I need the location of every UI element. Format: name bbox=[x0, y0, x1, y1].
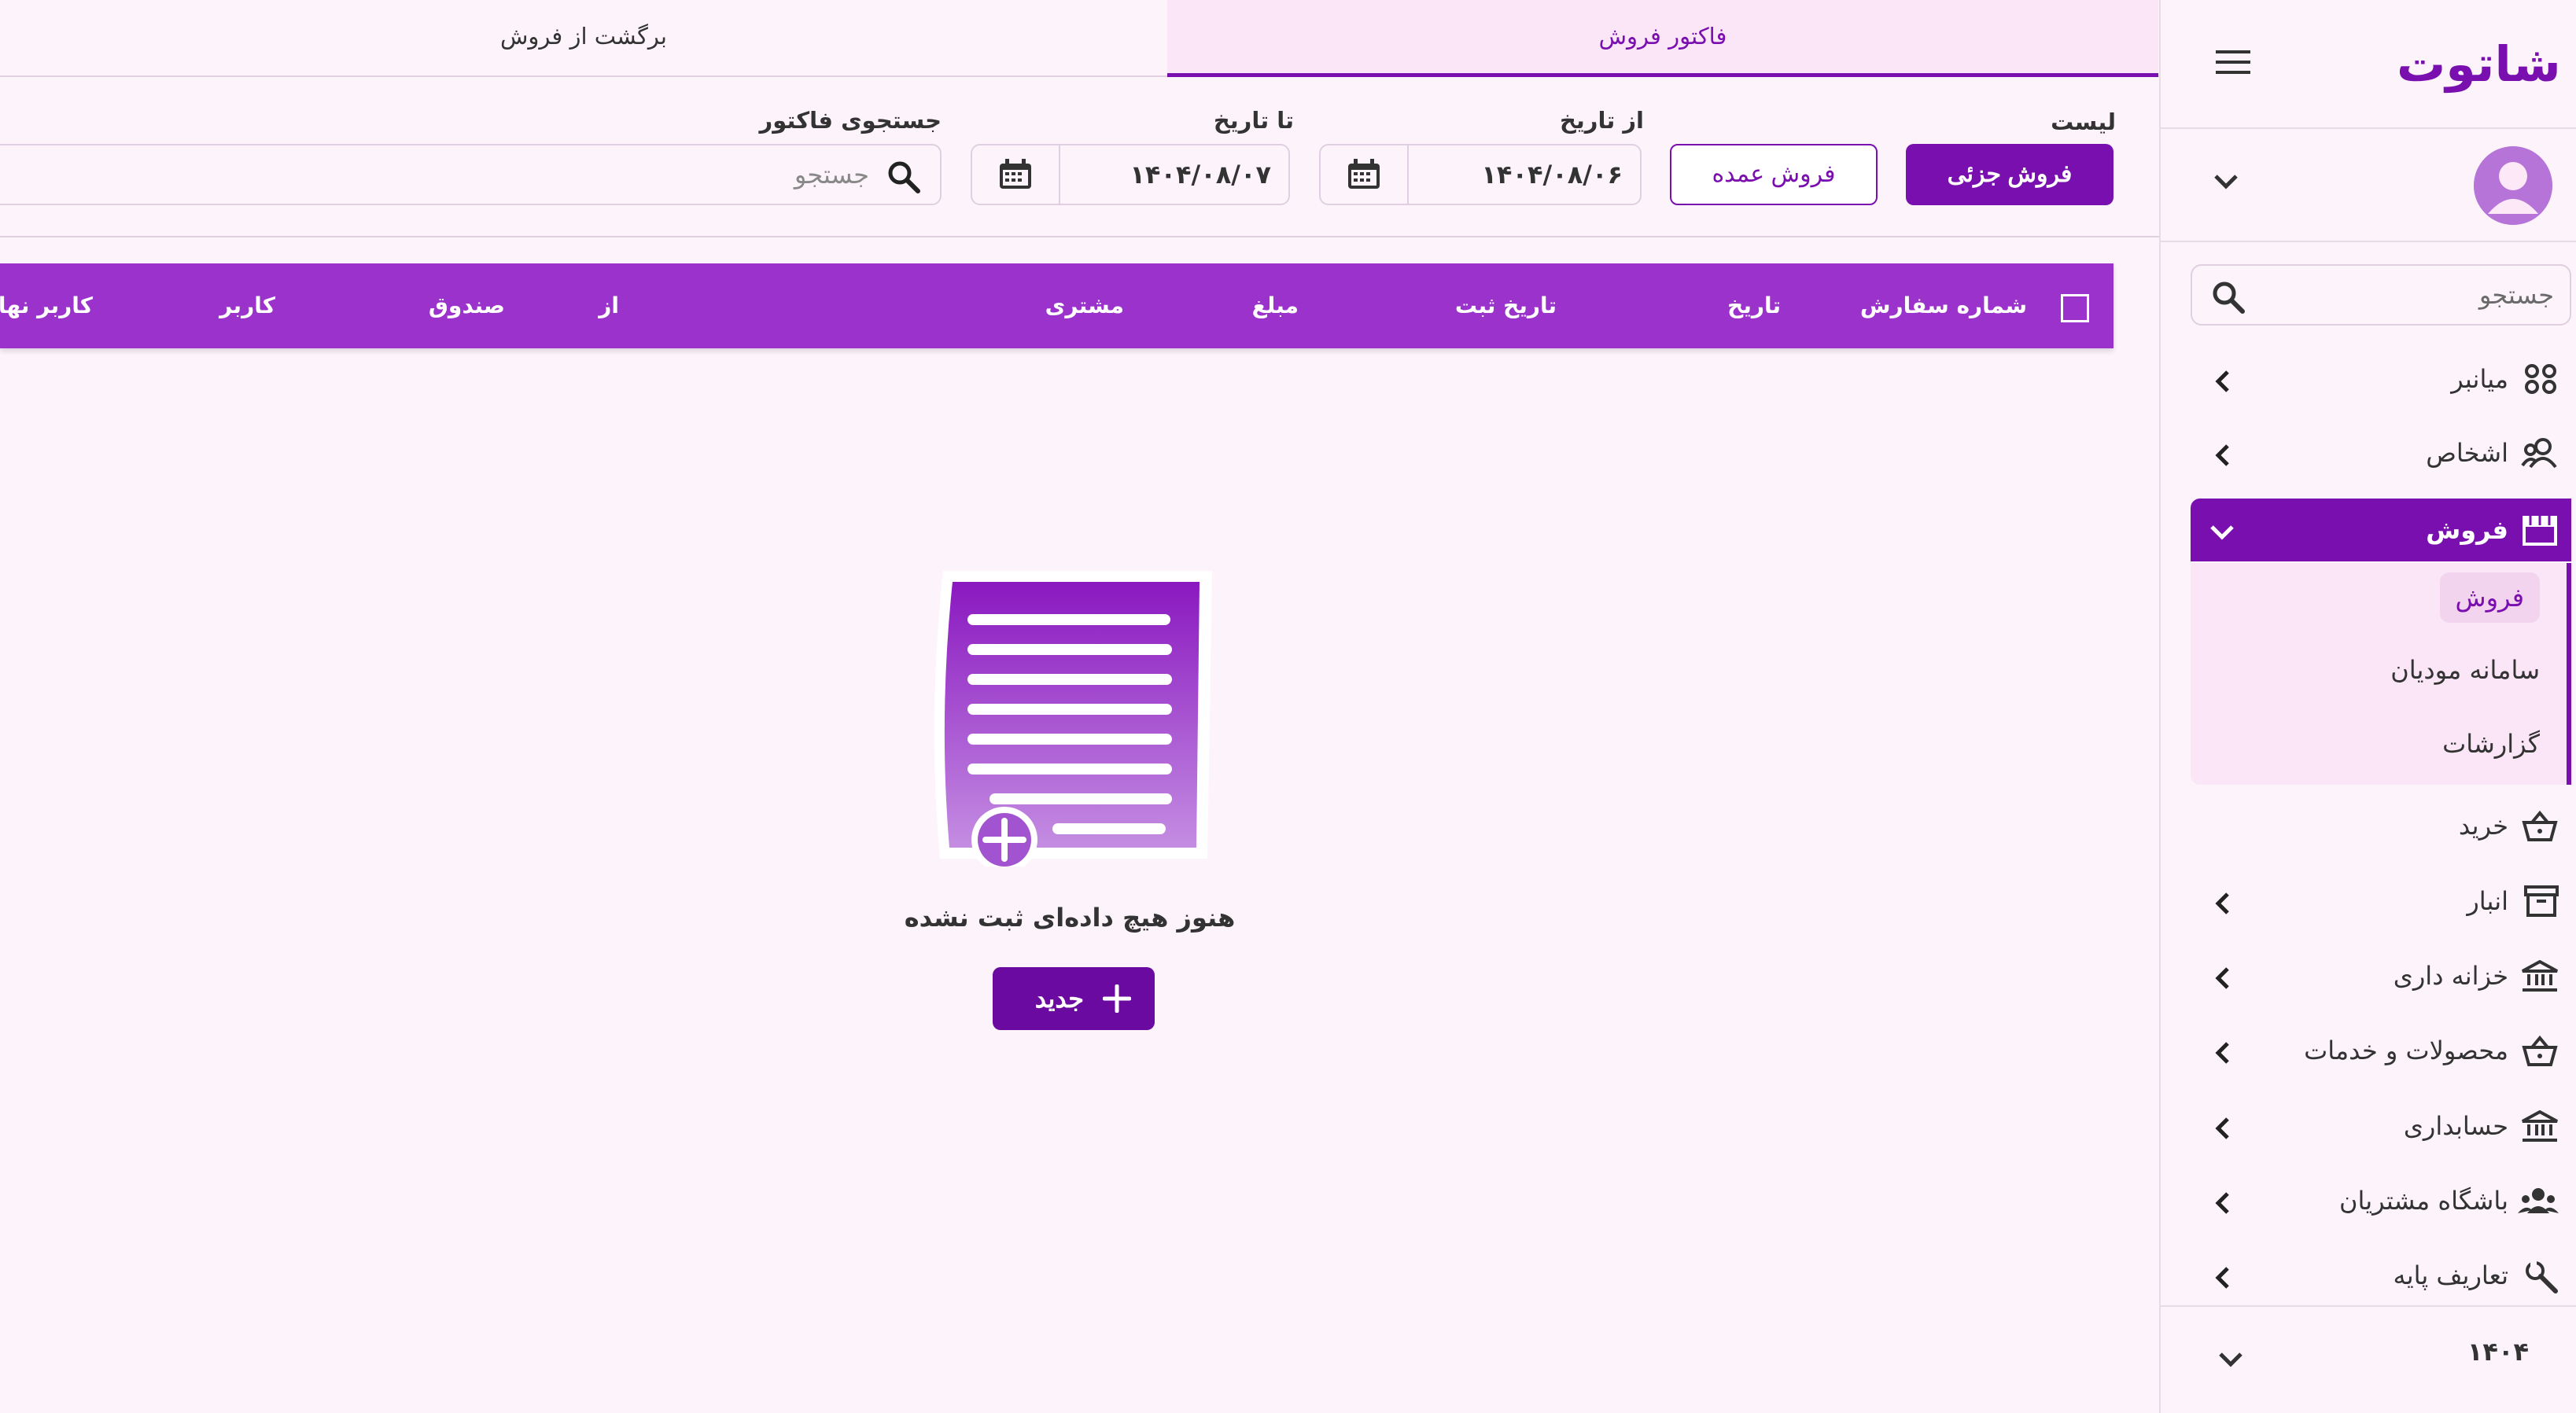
tab-sales-return[interactable]: برگشت از فروش bbox=[0, 0, 1167, 77]
chevron-left-icon[interactable] bbox=[2214, 1117, 2231, 1140]
chevron-left-icon[interactable] bbox=[2214, 892, 2231, 915]
sidebar-item-label: انبار bbox=[2467, 886, 2508, 916]
sidebar-item-people[interactable]: اشخاص bbox=[2191, 421, 2571, 484]
hamburger-menu-icon[interactable] bbox=[2216, 49, 2250, 75]
chevron-down-icon[interactable] bbox=[2217, 1349, 2244, 1368]
from-date-field[interactable]: ۱۴۰۴/۰۸/۰۶ bbox=[1319, 144, 1642, 205]
chevron-left-icon[interactable] bbox=[2214, 966, 2231, 990]
invoice-search-field[interactable] bbox=[0, 144, 942, 205]
col-from[interactable]: از bbox=[599, 263, 619, 348]
tab-bar: فاکتور فروش برگشت از فروش bbox=[0, 0, 2159, 77]
calendar-icon[interactable] bbox=[972, 145, 1060, 204]
divider bbox=[2161, 241, 2576, 242]
sidebar-item-label: محصولات و خدمات bbox=[2304, 1036, 2508, 1065]
chevron-left-icon[interactable] bbox=[2214, 1266, 2231, 1290]
sidebar-item-label: حسابداری bbox=[2403, 1111, 2508, 1141]
to-date-label: تا تاریخ bbox=[1213, 107, 1294, 134]
sales-submenu: فروش سامانه مودیان گزارشات bbox=[2191, 563, 2571, 785]
sidebar: شاتوت میانبر اشخاص فروش bbox=[2159, 0, 2576, 1413]
submenu-item-taxpayers[interactable]: سامانه مودیان bbox=[2390, 645, 2540, 695]
tab-sales-invoice[interactable]: فاکتور فروش bbox=[1167, 0, 2158, 77]
chevron-left-icon[interactable] bbox=[2214, 1041, 2231, 1065]
fiscal-year-label[interactable]: ۱۴۰۴ bbox=[2467, 1337, 2529, 1367]
col-date[interactable]: تاریخ bbox=[1727, 263, 1781, 348]
to-date-value: ۱۴۰۴/۰۸/۰۷ bbox=[1130, 160, 1271, 190]
to-date-field[interactable]: ۱۴۰۴/۰۸/۰۷ bbox=[971, 144, 1290, 205]
retail-sale-button[interactable]: فروش جزئی bbox=[1906, 144, 2113, 205]
from-date-value: ۱۴۰۴/۰۸/۰۶ bbox=[1481, 160, 1623, 190]
empty-state-message: هنوز هیچ داده‌ای ثبت نشده bbox=[904, 903, 1236, 933]
sidebar-item-base-definitions[interactable]: تعاریف پایه bbox=[2191, 1244, 2571, 1307]
wholesale-sale-button[interactable]: فروش عمده bbox=[1670, 144, 1878, 205]
sidebar-search-input[interactable] bbox=[2255, 272, 2554, 318]
sidebar-item-treasury[interactable]: خزانه داری bbox=[2191, 944, 2571, 1007]
new-invoice-button[interactable]: جدید bbox=[993, 967, 1155, 1030]
col-cashbox[interactable]: صندوق bbox=[429, 263, 505, 348]
select-all-checkbox[interactable] bbox=[2061, 294, 2089, 322]
plus-icon bbox=[1103, 984, 1131, 1013]
col-user[interactable]: کاربر bbox=[219, 263, 275, 348]
list-label: لیست bbox=[2051, 109, 2116, 135]
shortcuts-icon bbox=[2524, 363, 2559, 395]
sidebar-item-warehouse[interactable]: انبار bbox=[2191, 870, 2571, 933]
submenu-item-reports[interactable]: گزارشات bbox=[2442, 719, 2540, 769]
wrench-icon bbox=[2524, 1260, 2559, 1294]
col-amount[interactable]: مبلغ bbox=[1252, 263, 1299, 348]
invoice-search-input[interactable] bbox=[83, 152, 869, 197]
divider bbox=[0, 236, 2159, 237]
new-button-label: جدید bbox=[1034, 984, 1084, 1013]
from-date-label: از تاریخ bbox=[1560, 107, 1644, 134]
app-logo: شاتوت bbox=[2397, 35, 2561, 93]
sidebar-item-label: خرید bbox=[2458, 811, 2508, 841]
divider bbox=[2161, 127, 2576, 129]
submenu-indicator bbox=[2567, 563, 2571, 785]
col-customer[interactable]: مشتری bbox=[1045, 263, 1124, 348]
sidebar-item-label: خزانه داری bbox=[2393, 961, 2508, 991]
basket-icon bbox=[2521, 810, 2559, 841]
chevron-down-icon[interactable] bbox=[2209, 524, 2235, 541]
sidebar-search-field[interactable] bbox=[2191, 264, 2571, 326]
search-icon[interactable] bbox=[2211, 280, 2246, 315]
sidebar-item-label: اشخاص bbox=[2426, 438, 2508, 468]
archive-icon bbox=[2524, 885, 2559, 917]
empty-document-icon bbox=[932, 568, 1215, 867]
group-icon bbox=[2518, 1185, 2559, 1216]
col-order-number[interactable]: شماره سفارش bbox=[1860, 263, 2027, 348]
search-icon[interactable] bbox=[886, 160, 921, 194]
avatar[interactable] bbox=[2474, 146, 2552, 225]
sidebar-item-label: تعاریف پایه bbox=[2393, 1260, 2508, 1290]
table-header: شماره سفارش تاریخ تاریخ ثبت مبلغ مشتری ا… bbox=[0, 263, 2113, 348]
invoice-search-label: جستجوی فاکتور bbox=[759, 107, 942, 134]
bank-icon bbox=[2521, 1110, 2559, 1143]
sidebar-item-label: فروش bbox=[2426, 515, 2508, 545]
store-icon bbox=[2521, 514, 2559, 546]
people-icon bbox=[2521, 437, 2559, 469]
basket-icon bbox=[2521, 1035, 2559, 1066]
submenu-item-sales[interactable]: فروش bbox=[2439, 572, 2540, 623]
chevron-left-icon[interactable] bbox=[2214, 443, 2231, 467]
sidebar-item-products-services[interactable]: محصولات و خدمات bbox=[2191, 1019, 2571, 1082]
sidebar-item-label: باشگاه مشتریان bbox=[2339, 1186, 2508, 1216]
sidebar-item-customer-club[interactable]: باشگاه مشتریان bbox=[2191, 1169, 2571, 1232]
sidebar-item-purchase[interactable]: خرید bbox=[2191, 794, 2571, 857]
sidebar-item-sales[interactable]: فروش bbox=[2191, 499, 2571, 561]
calendar-icon[interactable] bbox=[1321, 145, 1409, 204]
chevron-down-icon[interactable] bbox=[2213, 171, 2239, 190]
col-final-user[interactable]: کاربر نهایی bbox=[0, 263, 93, 348]
sidebar-item-label: میانبر bbox=[2451, 364, 2508, 394]
bank-icon bbox=[2521, 960, 2559, 993]
col-register-date[interactable]: تاریخ ثبت bbox=[1455, 263, 1557, 348]
divider bbox=[2161, 1305, 2576, 1307]
sidebar-item-accounting[interactable]: حسابداری bbox=[2191, 1095, 2571, 1157]
chevron-left-icon[interactable] bbox=[2214, 1191, 2231, 1215]
sidebar-item-shortcuts[interactable]: میانبر bbox=[2191, 348, 2571, 410]
chevron-left-icon[interactable] bbox=[2214, 370, 2231, 393]
